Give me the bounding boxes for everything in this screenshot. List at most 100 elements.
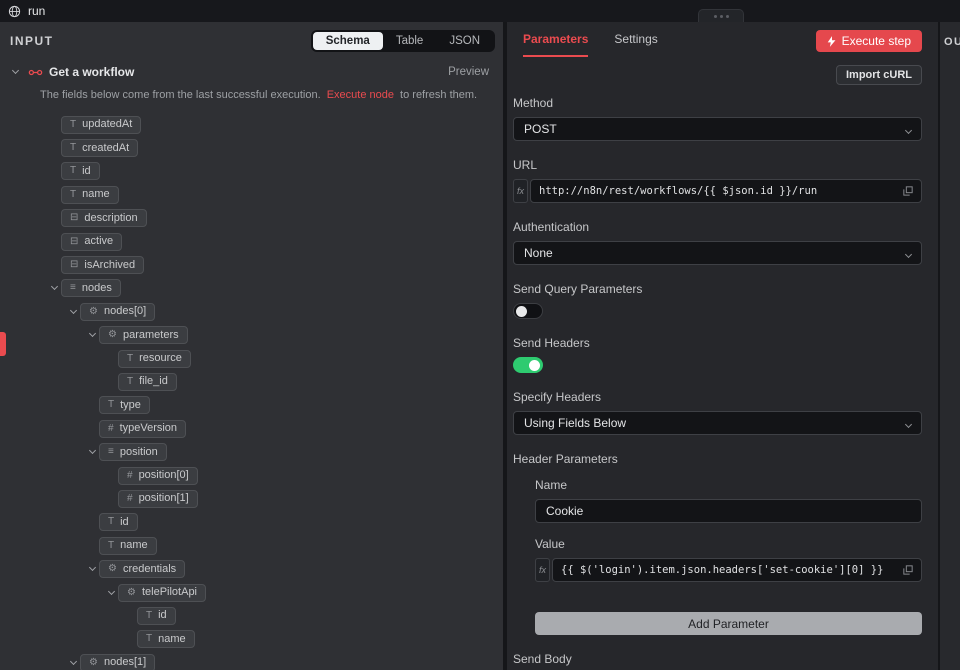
schema-field-pill[interactable]: TupdatedAt bbox=[61, 116, 141, 134]
preview-label[interactable]: Preview bbox=[448, 66, 489, 78]
schema-field-pill[interactable]: ⚙credentials bbox=[99, 560, 185, 578]
schema-field-pill[interactable]: ⚙parameters bbox=[99, 326, 188, 344]
tab-parameters[interactable]: Parameters bbox=[523, 32, 588, 57]
authentication-select[interactable]: None bbox=[513, 241, 922, 265]
schema-field-label: id bbox=[82, 166, 91, 177]
tab-settings[interactable]: Settings bbox=[614, 32, 657, 57]
lightning-icon bbox=[827, 36, 836, 47]
send-query-toggle[interactable] bbox=[513, 303, 543, 319]
schema-field-pill[interactable]: ≡ position bbox=[99, 443, 167, 461]
url-value: http://n8n/rest/workflows/{{ $json.id }}… bbox=[539, 185, 897, 197]
field-label: Send Headers bbox=[513, 336, 922, 350]
field-label: Authentication bbox=[513, 220, 922, 234]
send-headers-field: Send Headers bbox=[513, 336, 922, 373]
schema-field-pill[interactable]: Tname bbox=[61, 186, 119, 204]
schema-field-pill[interactable]: #position[1] bbox=[118, 490, 198, 508]
type-string-icon: T bbox=[146, 611, 152, 621]
header-name-input[interactable]: Cookie bbox=[535, 499, 922, 523]
method-select[interactable]: POST bbox=[513, 117, 922, 141]
schema-field-pill[interactable]: ⊟isArchived bbox=[61, 256, 144, 274]
type-array-icon: ≡ bbox=[108, 447, 114, 457]
source-node-title[interactable]: Get a workflow bbox=[49, 65, 134, 79]
expand-expression-icon[interactable] bbox=[903, 186, 913, 196]
schema-field-pill[interactable]: TcreatedAt bbox=[61, 139, 138, 157]
schema-field-row: ⚙telePilotApi bbox=[0, 581, 503, 604]
chevron-down-icon[interactable] bbox=[85, 568, 99, 570]
schema-field-pill[interactable]: Ttype bbox=[99, 396, 150, 414]
schema-field-label: name bbox=[82, 189, 110, 200]
type-string-icon: T bbox=[70, 166, 76, 176]
expression-toggle[interactable]: fx bbox=[513, 179, 528, 203]
schema-field-pill[interactable]: # typeVersion bbox=[99, 420, 186, 438]
refresh-notice: The fields below come from the last succ… bbox=[40, 89, 491, 101]
send-body-field: Send Body bbox=[513, 652, 922, 670]
schema-field-row: ≡ nodes bbox=[0, 277, 503, 300]
import-curl-button[interactable]: Import cURL bbox=[836, 65, 922, 85]
schema-field-pill[interactable]: ≡ nodes bbox=[61, 279, 121, 297]
tab-json[interactable]: JSON bbox=[436, 32, 493, 50]
chevron-down-icon[interactable] bbox=[8, 71, 22, 73]
field-label: Name bbox=[535, 478, 922, 492]
schema-field-row: Tid bbox=[0, 604, 503, 627]
header-value-input[interactable]: {{ $('login').item.json.headers['set-coo… bbox=[552, 558, 922, 582]
type-string-icon: T bbox=[127, 354, 133, 364]
schema-field-label: position bbox=[120, 447, 158, 458]
add-parameter-button[interactable]: Add Parameter bbox=[535, 612, 922, 635]
type-string-icon: T bbox=[108, 517, 114, 527]
tab-schema[interactable]: Schema bbox=[313, 32, 383, 50]
schema-field-pill[interactable]: Tresource bbox=[118, 350, 191, 368]
url-input[interactable]: http://n8n/rest/workflows/{{ $json.id }}… bbox=[530, 179, 922, 203]
schema-field-label: id bbox=[158, 610, 167, 621]
schema-field-pill[interactable]: #position[0] bbox=[118, 467, 198, 485]
schema-field-pill[interactable]: ⊟description bbox=[61, 209, 147, 227]
node-settings-panel: Parameters Settings Execute step Import c… bbox=[507, 22, 938, 670]
schema-field-pill[interactable]: ⊟active bbox=[61, 233, 122, 251]
type-string-icon: T bbox=[108, 541, 114, 551]
schema-field-label: isArchived bbox=[84, 260, 135, 271]
panel-edge-handle[interactable] bbox=[0, 332, 6, 356]
field-label: Method bbox=[513, 96, 922, 110]
expand-expression-icon[interactable] bbox=[903, 565, 913, 575]
schema-field-row: Tfile_id bbox=[0, 370, 503, 393]
field-label: Send Body bbox=[513, 652, 922, 666]
field-label: Header Parameters bbox=[513, 452, 922, 466]
schema-field-pill[interactable]: ⚙nodes[1] bbox=[80, 654, 155, 670]
notice-text: to refresh them. bbox=[400, 89, 477, 101]
schema-field-label: nodes bbox=[82, 283, 112, 294]
schema-field-label: name bbox=[158, 634, 186, 645]
schema-field-pill[interactable]: Tname bbox=[137, 630, 195, 648]
schema-field-row: ⚙nodes[0] bbox=[0, 300, 503, 323]
schema-field-label: updatedAt bbox=[82, 119, 132, 130]
schema-field-pill[interactable]: Tname bbox=[99, 537, 157, 555]
schema-field-pill[interactable]: ⚙nodes[0] bbox=[80, 303, 155, 321]
chevron-down-icon[interactable] bbox=[66, 311, 80, 313]
schema-field-pill[interactable]: Tfile_id bbox=[118, 373, 177, 391]
panel-drag-handle[interactable] bbox=[698, 9, 744, 22]
execute-step-label: Execute step bbox=[842, 34, 911, 48]
execute-step-button[interactable]: Execute step bbox=[816, 30, 922, 52]
schema-field-label: createdAt bbox=[82, 143, 129, 154]
field-label: Specify Headers bbox=[513, 390, 922, 404]
schema-field-label: typeVersion bbox=[120, 423, 177, 434]
schema-field-row: ⊟isArchived bbox=[0, 253, 503, 276]
type-string-icon: T bbox=[70, 120, 76, 130]
execute-node-link[interactable]: Execute node bbox=[327, 89, 394, 101]
tab-table[interactable]: Table bbox=[383, 32, 437, 50]
schema-field-row: ⊟description bbox=[0, 207, 503, 230]
schema-field-pill[interactable]: Tid bbox=[61, 162, 100, 180]
send-headers-toggle[interactable] bbox=[513, 357, 543, 373]
chevron-down-icon[interactable] bbox=[104, 592, 118, 594]
schema-field-pill[interactable]: Tid bbox=[99, 513, 138, 531]
expression-toggle[interactable]: fx bbox=[535, 558, 550, 582]
schema-field-pill[interactable]: ⚙telePilotApi bbox=[118, 584, 206, 602]
chevron-down-icon[interactable] bbox=[85, 451, 99, 453]
chevron-down-icon[interactable] bbox=[66, 662, 80, 664]
specify-headers-select[interactable]: Using Fields Below bbox=[513, 411, 922, 435]
schema-field-pill[interactable]: Tid bbox=[137, 607, 176, 625]
type-object-icon: ⚙ bbox=[108, 330, 117, 340]
chevron-down-icon[interactable] bbox=[47, 287, 61, 289]
type-array-icon: ≡ bbox=[70, 283, 76, 293]
schema-field-row: Tname bbox=[0, 183, 503, 206]
type-number-icon: # bbox=[108, 424, 114, 434]
chevron-down-icon[interactable] bbox=[85, 334, 99, 336]
